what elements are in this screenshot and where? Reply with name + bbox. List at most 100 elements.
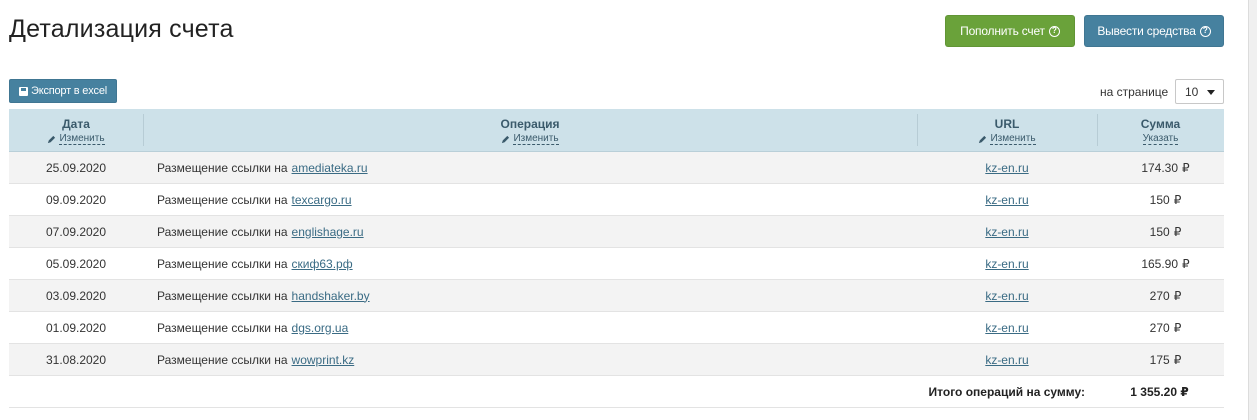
export-excel-button[interactable]: Экспорт в excel: [9, 79, 117, 103]
currency-symbol: ₽: [1182, 160, 1190, 175]
url-link[interactable]: kz-en.ru: [985, 257, 1028, 271]
url-cell: kz-en.ru: [917, 184, 1097, 215]
url-cell: kz-en.ru: [917, 248, 1097, 279]
table-body: 25.09.2020 Размещение ссылки на amediateka…: [9, 152, 1224, 376]
url-link[interactable]: kz-en.ru: [985, 321, 1028, 335]
table-row: 01.09.2020 Размещение ссылки на dgs.org.ua…: [9, 312, 1224, 344]
export-button-label: Экспорт в excel: [31, 85, 107, 97]
url-cell: kz-en.ru: [917, 216, 1097, 247]
column-title: Дата: [62, 117, 90, 131]
url-link[interactable]: kz-en.ru: [985, 225, 1028, 239]
amount-cell: 174.30 ₽: [1097, 152, 1224, 183]
operation-cell: Размещение ссылки на dgs.org.ua: [143, 312, 917, 343]
column-header-operation: Операция Изменить: [143, 109, 917, 151]
amount-value: 270: [1149, 288, 1170, 303]
currency-symbol: ₽: [1182, 256, 1190, 271]
url-cell: kz-en.ru: [917, 152, 1097, 183]
url-link[interactable]: kz-en.ru: [985, 289, 1028, 303]
operation-cell: Размещение ссылки на amediateka.ru: [143, 152, 917, 183]
topup-button-label: Пополнить счет: [960, 24, 1045, 38]
amount-value: 165.90: [1141, 256, 1179, 271]
transactions-table: Дата Изменить Операция Изменить URL Изменить С…: [9, 109, 1224, 408]
operation-text: Размещение ссылки на: [157, 320, 288, 335]
operation-text: Размещение ссылки на: [157, 256, 288, 271]
currency-symbol: ₽: [1173, 320, 1182, 335]
operation-cell: Размещение ссылки на texcargo.ru: [143, 184, 917, 215]
url-link[interactable]: kz-en.ru: [985, 353, 1028, 367]
column-action[interactable]: Изменить: [47, 133, 105, 145]
save-icon: [19, 86, 29, 96]
per-page-value: 10: [1185, 84, 1199, 99]
url-cell: kz-en.ru: [917, 312, 1097, 343]
total-label: Итого операций на сумму:: [928, 384, 1085, 399]
amount-cell: 270 ₽: [1097, 312, 1224, 343]
table-row: 07.09.2020 Размещение ссылки на englishage…: [9, 216, 1224, 248]
amount-value: 150: [1149, 224, 1170, 239]
date-cell: 31.08.2020: [45, 352, 107, 367]
date-cell: 05.09.2020: [45, 256, 107, 271]
site-link[interactable]: amediateka.ru: [292, 161, 368, 175]
column-header-url: URL Изменить: [917, 109, 1097, 151]
amount-cell: 165.90 ₽: [1097, 248, 1224, 279]
site-link[interactable]: englishage.ru: [292, 225, 364, 239]
operation-text: Размещение ссылки на: [157, 224, 288, 239]
per-page-select[interactable]: 10: [1175, 79, 1224, 104]
table-row: 25.09.2020 Размещение ссылки на amediateka…: [9, 152, 1224, 184]
operation-cell: Размещение ссылки на handshaker.by: [143, 280, 917, 311]
column-action-label[interactable]: Изменить: [513, 133, 559, 145]
currency-symbol: ₽: [1173, 352, 1182, 367]
pencil-icon: [502, 135, 510, 143]
url-link[interactable]: kz-en.ru: [985, 161, 1028, 175]
date-cell: 03.09.2020: [45, 288, 107, 303]
site-link[interactable]: скиф63.рф: [292, 257, 353, 271]
column-header-date: Дата Изменить: [9, 109, 143, 151]
pencil-icon: [48, 135, 56, 143]
column-title: Сумма: [1140, 117, 1181, 131]
column-action[interactable]: Изменить: [978, 133, 1036, 145]
operation-text: Размещение ссылки на: [157, 192, 288, 207]
withdraw-button[interactable]: Вывести средства ?: [1084, 15, 1224, 47]
operation-cell: Размещение ссылки на wowprint.kz: [143, 344, 917, 375]
help-icon: ?: [1199, 25, 1211, 37]
date-cell: 25.09.2020: [45, 160, 107, 175]
amount-cell: 270 ₽: [1097, 280, 1224, 311]
url-cell: kz-en.ru: [917, 280, 1097, 311]
column-action-label[interactable]: Изменить: [59, 133, 105, 145]
table-row: 05.09.2020 Размещение ссылки на скиф63.рф k…: [9, 248, 1224, 280]
amount-cell: 150 ₽: [1097, 184, 1224, 215]
date-cell: 01.09.2020: [45, 320, 107, 335]
amount-cell: 175 ₽: [1097, 344, 1224, 375]
site-link[interactable]: texcargo.ru: [292, 193, 352, 207]
site-link[interactable]: handshaker.by: [292, 289, 370, 303]
operation-cell: Размещение ссылки на скиф63.рф: [143, 248, 917, 279]
table-row: 03.09.2020 Размещение ссылки на handshaker…: [9, 280, 1224, 312]
site-link[interactable]: wowprint.kz: [292, 353, 355, 367]
column-title: URL: [994, 117, 1020, 131]
scrollbar[interactable]: [1248, 0, 1257, 420]
table-row: 09.09.2020 Размещение ссылки на texcargo.r…: [9, 184, 1224, 216]
help-icon: ?: [1048, 25, 1060, 37]
url-cell: kz-en.ru: [917, 344, 1097, 375]
operation-cell: Размещение ссылки на englishage.ru: [143, 216, 917, 247]
column-action-label[interactable]: Изменить: [990, 133, 1036, 145]
amount-value: 174.30: [1141, 160, 1179, 175]
site-link[interactable]: dgs.org.ua: [292, 321, 349, 335]
withdraw-button-label: Вывести средства: [1097, 24, 1196, 38]
pencil-icon: [979, 135, 987, 143]
amount-value: 175: [1149, 352, 1170, 367]
date-cell: 09.09.2020: [45, 192, 107, 207]
currency-symbol: ₽: [1173, 288, 1182, 303]
amount-value: 150: [1149, 192, 1170, 207]
amount-cell: 150 ₽: [1097, 216, 1224, 247]
column-action[interactable]: Указать: [1142, 133, 1179, 145]
per-page-label: на странице: [1100, 85, 1169, 99]
topup-button[interactable]: Пополнить счет ?: [945, 15, 1075, 47]
table-row: 31.08.2020 Размещение ссылки на wowprint.k…: [9, 344, 1224, 376]
column-action-label[interactable]: Указать: [1142, 133, 1179, 145]
url-link[interactable]: kz-en.ru: [985, 193, 1028, 207]
column-header-sum: Сумма Указать: [1097, 109, 1224, 151]
total-row: Итого операций на сумму: 1 355.20 ₽: [9, 376, 1224, 408]
page-title: Детализация счета: [9, 15, 234, 43]
table-header: Дата Изменить Операция Изменить URL Изменить С…: [9, 109, 1224, 152]
column-action[interactable]: Изменить: [501, 133, 559, 145]
